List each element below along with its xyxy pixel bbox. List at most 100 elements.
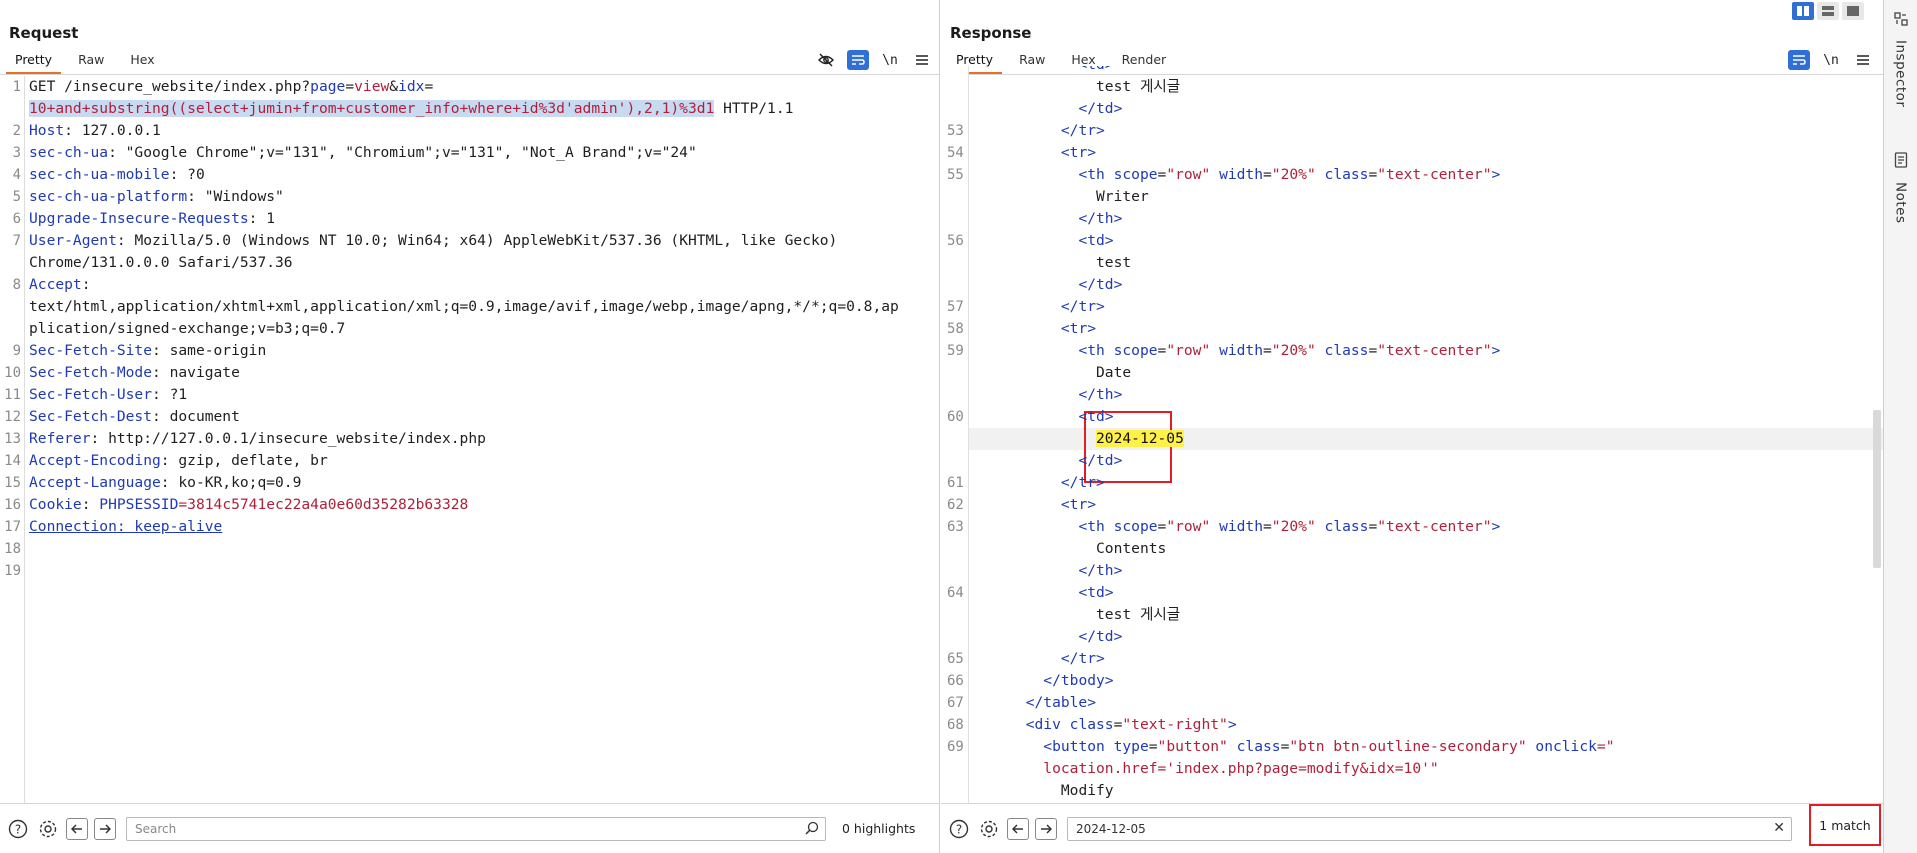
right-sidebar: Inspector Notes bbox=[1884, 0, 1917, 853]
code-line: location.href='index.php?page=modify&idx… bbox=[1043, 760, 1439, 777]
code-line: 15 Accept-Language: ko-KR,ko;q=0.9 bbox=[4, 474, 302, 491]
layout-toggle-group bbox=[1792, 2, 1864, 20]
wrap-icon[interactable] bbox=[847, 50, 869, 70]
burp-repeater: Request Pretty Raw Hex \n 1 GET /insecure… bbox=[0, 0, 1917, 853]
code-line: </th> bbox=[1078, 386, 1123, 403]
code-line: 58 <tr> bbox=[947, 320, 1097, 337]
code-line: test bbox=[1096, 254, 1132, 271]
code-line: Modify bbox=[1060, 782, 1114, 799]
code-line: </th> bbox=[1078, 562, 1123, 579]
code-line: </td> bbox=[1078, 628, 1123, 645]
code-line: 2 Host: 127.0.0.1 bbox=[12, 122, 161, 139]
tab-hex[interactable]: Hex bbox=[121, 50, 163, 74]
eye-slash-icon[interactable] bbox=[815, 50, 837, 70]
notes-label: Notes bbox=[1892, 182, 1909, 224]
code-line: 69 <button type="button" class="btn btn-… bbox=[947, 738, 1615, 755]
request-tabs: Pretty Raw Hex bbox=[6, 50, 172, 74]
highlights-count: 0 highlights bbox=[842, 821, 916, 836]
code-line: 9 Sec-Fetch-Site: same-origin bbox=[12, 342, 267, 359]
code-line: 65 </tr> bbox=[947, 650, 1105, 667]
tab-pretty[interactable]: Pretty bbox=[6, 50, 62, 74]
arrow-right-icon[interactable] bbox=[94, 817, 116, 840]
clear-icon[interactable]: ✕ bbox=[1773, 820, 1785, 836]
match-count: 1 match bbox=[1809, 804, 1881, 846]
code-line: <td> bbox=[941, 66, 1883, 76]
response-search-bar: ? 2024-12-05 ✕ bbox=[941, 803, 1883, 853]
gear-icon[interactable] bbox=[977, 817, 1001, 841]
svg-text:?: ? bbox=[956, 822, 962, 836]
code-line: 1 GET /insecure_website/index.php?page=vi… bbox=[12, 78, 434, 95]
code-line: 66 </tbody> bbox=[947, 672, 1114, 689]
tab-divider bbox=[0, 74, 939, 75]
scrollbar[interactable] bbox=[1873, 410, 1881, 568]
response-panel: Response Pretty Raw Hex Render \n <td> t… bbox=[941, 0, 1884, 853]
code-line: </td> bbox=[1078, 100, 1123, 117]
tabbed-layout-icon[interactable] bbox=[1842, 2, 1864, 20]
code-line: 17 Connection: keep-alive bbox=[4, 518, 223, 535]
code-line: 60 <td> bbox=[947, 408, 1114, 425]
code-line: 11 Sec-Fetch-User: ?1 bbox=[4, 386, 188, 403]
notes-tab[interactable]: Notes bbox=[1884, 152, 1917, 224]
request-title: Request bbox=[9, 24, 79, 42]
code-line: 59 <th scope="row" width="20%" class="te… bbox=[947, 342, 1501, 359]
arrow-left-icon[interactable] bbox=[66, 817, 88, 840]
newline-toggle[interactable]: \n bbox=[879, 50, 901, 70]
code-line: 14 Accept-Encoding: gzip, deflate, br bbox=[4, 452, 328, 469]
code-line: 54 <tr> bbox=[947, 144, 1097, 161]
code-line-current: 2024-12-05 bbox=[941, 428, 1883, 450]
svg-text:?: ? bbox=[15, 822, 21, 836]
code-line: 10+and+substring((select+jumin+from+cust… bbox=[29, 100, 794, 117]
search-match: 2024-12-05 bbox=[1096, 430, 1184, 447]
response-search-input[interactable]: 2024-12-05 ✕ bbox=[1067, 816, 1792, 841]
help-icon[interactable]: ? bbox=[6, 817, 30, 841]
notes-icon bbox=[1894, 152, 1908, 172]
help-icon[interactable]: ? bbox=[947, 817, 971, 841]
arrow-right-icon[interactable] bbox=[1035, 817, 1057, 840]
inspector-label: Inspector bbox=[1892, 40, 1909, 108]
search-icon[interactable] bbox=[805, 821, 819, 838]
request-toolbar: \n bbox=[815, 50, 933, 70]
code-line: 4 sec-ch-ua-mobile: ?0 bbox=[12, 166, 205, 183]
arrow-left-icon[interactable] bbox=[1007, 817, 1029, 840]
code-line: 6 Upgrade-Insecure-Requests: 1 bbox=[12, 210, 276, 227]
code-line: Chrome/131.0.0.0 Safari/537.36 bbox=[29, 254, 293, 271]
code-line: </td> bbox=[1078, 276, 1123, 293]
tab-raw[interactable]: Raw bbox=[69, 50, 113, 74]
response-editor[interactable]: <td> test 게시글 </td> 53 </tr> 54 <tr> 55 … bbox=[941, 66, 1883, 803]
inspector-tab[interactable]: Inspector bbox=[1884, 12, 1917, 107]
request-search-bar: ? Search 0 highlights bbox=[0, 803, 939, 853]
menu-icon[interactable] bbox=[911, 50, 933, 70]
code-line: 3 sec-ch-ua: "Google Chrome";v="131", "Ch… bbox=[12, 144, 697, 161]
code-line: test 게시글 bbox=[1096, 78, 1181, 95]
code-line: Writer bbox=[1096, 188, 1149, 205]
split-vertical-icon[interactable] bbox=[1817, 2, 1839, 20]
code-line: 12 Sec-Fetch-Dest: document bbox=[4, 408, 240, 425]
request-panel: Request Pretty Raw Hex \n 1 GET /insecure… bbox=[0, 0, 940, 853]
code-line: 53 </tr> bbox=[947, 122, 1105, 139]
code-line: 13 Referer: http://127.0.0.1/insecure_web… bbox=[4, 430, 486, 447]
code-line: 55 <th scope="row" width="20%" class="te… bbox=[947, 166, 1501, 183]
code-line: 64 <td> bbox=[947, 584, 1114, 601]
code-line: 8 Accept: bbox=[12, 276, 91, 293]
code-line: 63 <th scope="row" width="20%" class="te… bbox=[947, 518, 1501, 535]
code-line: </th> bbox=[1078, 210, 1123, 227]
code-line: 18 bbox=[4, 541, 21, 557]
inspector-icon bbox=[1893, 12, 1908, 30]
code-line: text/html,application/xhtml+xml,applicat… bbox=[29, 298, 899, 315]
code-line: 7 User-Agent: Mozilla/5.0 (Windows NT 10.… bbox=[12, 232, 838, 249]
code-line: Contents bbox=[1096, 540, 1167, 557]
code-line: 19 bbox=[4, 563, 21, 579]
code-line: 5 sec-ch-ua-platform: "Windows" bbox=[12, 188, 284, 205]
code-line: Date bbox=[1096, 364, 1132, 381]
code-line: 10 Sec-Fetch-Mode: navigate bbox=[4, 364, 240, 381]
request-editor[interactable]: 1 GET /insecure_website/index.php?page=vi… bbox=[0, 76, 939, 803]
gear-icon[interactable] bbox=[36, 817, 60, 841]
code-line: test 게시글 bbox=[1096, 606, 1181, 623]
code-line: </td> bbox=[1078, 452, 1123, 469]
code-line: 57 </tr> bbox=[947, 298, 1105, 315]
selected-payload[interactable]: 10+and+substring((select+jumin+from+cust… bbox=[29, 100, 715, 117]
code-line: 67 </table> bbox=[947, 694, 1097, 711]
code-line: 61 </tr> bbox=[947, 474, 1105, 491]
split-horizontal-icon[interactable] bbox=[1792, 2, 1814, 20]
request-search-input[interactable]: Search bbox=[126, 816, 826, 841]
